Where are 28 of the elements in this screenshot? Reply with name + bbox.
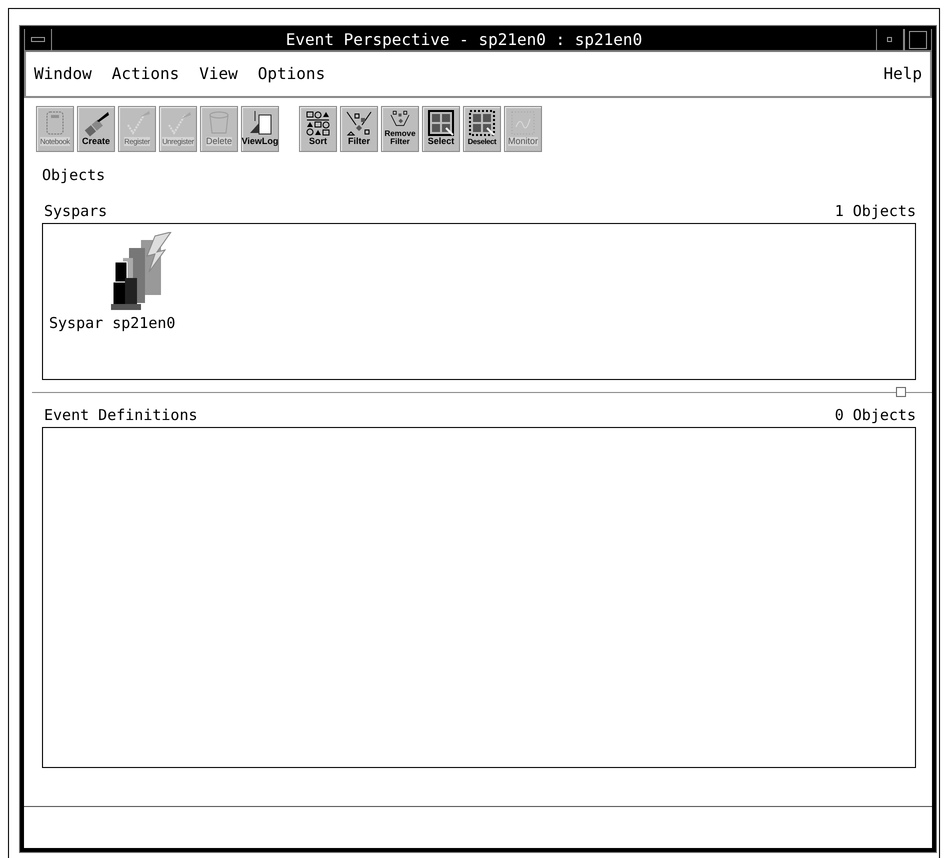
sash-handle[interactable] — [896, 386, 906, 396]
toolbar-button[interactable]: Remove Filter — [381, 106, 419, 152]
object-count: 1 Objects — [834, 201, 916, 222]
toolbar-button[interactable]: Select — [422, 106, 460, 152]
object-label[interactable]: Syspar sp21en0 — [49, 312, 176, 334]
toolbar-button[interactable]: Filter — [340, 106, 378, 152]
section-label: Objects — [42, 166, 106, 184]
menu-item[interactable]: Window — [34, 62, 92, 86]
minimize-button[interactable] — [876, 29, 904, 51]
help-menu[interactable]: Help — [883, 62, 922, 86]
window-menu-icon — [31, 37, 45, 43]
object-count: 0 Objects — [834, 405, 916, 426]
menu-item[interactable]: Options — [258, 62, 326, 86]
pane-title: Syspars — [44, 201, 108, 222]
toolbar-button[interactable]: Create — [77, 106, 115, 152]
window-title: Event Perspective - sp21en0 : sp21en0 — [284, 29, 644, 51]
maximize-icon — [909, 31, 927, 49]
maximize-button[interactable] — [904, 29, 932, 51]
select-grid-icon — [426, 109, 456, 137]
filter-funnel-icon — [344, 109, 374, 137]
window-menu-button[interactable] — [24, 29, 52, 51]
menu-item[interactable]: Actions — [112, 62, 180, 86]
toolbar-button[interactable]: Sort — [299, 106, 337, 152]
toolbar-button[interactable]: ViewLog — [241, 106, 279, 152]
minimize-icon — [887, 37, 893, 43]
deselect-grid-icon — [467, 109, 497, 137]
menu-item[interactable]: View — [199, 62, 238, 86]
pane-title: Event Definitions — [44, 405, 198, 426]
